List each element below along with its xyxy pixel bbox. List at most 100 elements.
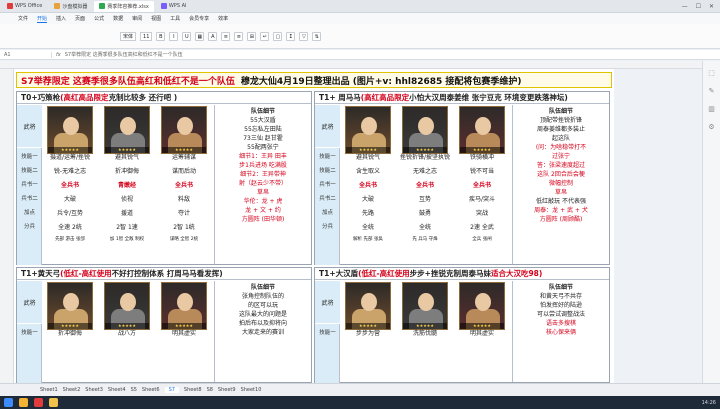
select-icon[interactable]: ⬚ — [708, 69, 715, 77]
settings-icon[interactable]: ⚙ — [708, 123, 714, 131]
row-label: 分兵 — [321, 224, 333, 230]
row-label: 技能一 — [21, 154, 38, 160]
hero-s2: 谋而后动 — [171, 168, 196, 175]
menu-item[interactable]: 审阅 — [132, 15, 142, 22]
tab-wps-office[interactable]: WPS Office — [2, 1, 47, 12]
tab-simulator[interactable]: 沙盘模拟器 — [49, 1, 92, 12]
bold-icon[interactable]: B — [156, 31, 166, 41]
sum-icon[interactable]: Σ — [286, 31, 296, 41]
hero-portrait[interactable]: ★★★★★ — [161, 282, 207, 330]
hero-portrait[interactable]: ★★★★★ — [345, 106, 391, 154]
tab-spreadsheet[interactable]: 赛季阵容推荐.xlsx — [94, 0, 154, 12]
menu-item[interactable]: 页面 — [75, 15, 85, 22]
hero-pt: 全速 2统 — [58, 224, 82, 231]
style-icon[interactable]: ✎ — [709, 87, 715, 95]
sheet-grid[interactable]: S7举荐限定 这赛季很多队伍高红和低红不是一个队伍 穆龙大仙4月19日整理出品 … — [14, 69, 614, 383]
chart-icon[interactable]: ▥ — [708, 105, 715, 113]
panel-title-note: 不好打控制体系 打周马马看发挥) — [111, 269, 223, 278]
font-size-select[interactable]: 11 — [140, 31, 153, 41]
hero-portrait[interactable]: ★★★★★ — [47, 282, 93, 330]
hero-portrait[interactable]: ★★★★★ — [161, 106, 207, 154]
tab-wps-ai[interactable]: WPS AI — [156, 1, 192, 12]
menu-item[interactable]: 会员专享 — [189, 15, 209, 22]
fx-icon: fx — [56, 51, 61, 58]
align-left-icon[interactable]: ≡ — [221, 31, 231, 41]
minimize-icon[interactable]: — — [682, 3, 688, 10]
italic-icon[interactable]: I — [169, 31, 179, 41]
note-line: 龙 + 文 + 约 — [245, 207, 281, 214]
sheet-tab[interactable]: Sheet3 — [85, 387, 103, 393]
window-tab-bar: WPS Office 沙盘模拟器 赛季阵容推荐.xlsx WPS AI — ☐ ✕ — [0, 0, 720, 13]
note-line: 步1兵进场 吃满股 — [239, 162, 287, 169]
hero-portrait[interactable]: ★★★★★ — [104, 106, 150, 154]
menu-item[interactable]: 插入 — [56, 15, 66, 22]
note-line: 怕发挥好的陆逊 — [539, 302, 582, 309]
sheet-tab[interactable]: Sheet9 — [218, 387, 236, 393]
sheet-tab[interactable]: Sheet1 — [40, 387, 58, 393]
sheet-tab[interactable]: S5 — [131, 387, 137, 393]
sheet-tab[interactable]: Sheet4 — [108, 387, 126, 393]
folder-icon[interactable] — [49, 398, 58, 407]
underline-icon[interactable]: U — [182, 31, 192, 41]
hero-portrait[interactable]: ★★★★★ — [402, 282, 448, 330]
formula-input[interactable]: S7举荐限定 这赛季很多队伍高红和低红不是一个队伍 — [65, 51, 183, 58]
wps-logo-icon — [7, 3, 13, 9]
wps-taskbar-icon[interactable] — [34, 398, 43, 407]
hero-portrait[interactable]: ★★★★★ — [345, 282, 391, 330]
note-line: 射（赵云少不带） — [238, 180, 287, 187]
hero-s1: 明其虚实 — [469, 330, 494, 337]
hero-s2: 含生取义 — [355, 168, 380, 175]
note-line: 起这队 — [551, 135, 570, 142]
menu-bar: 文件 开始 插入 页面 公式 数据 审阅 视图 工具 会员专享 效率 — [0, 13, 720, 24]
hero-portrait[interactable]: ★★★★★ — [459, 282, 505, 330]
sheet-tab[interactable]: S8 — [207, 387, 213, 393]
sheet-tab[interactable]: Sheet10 — [241, 387, 262, 393]
team-notes: 队伍细节 55大汉盾 55忘私左田陆 73三仙 赵甘霍 55配两张宁 细节1：王异 田丰步… — [214, 105, 311, 264]
border-icon[interactable]: ▢ — [273, 31, 283, 41]
font-select[interactable]: 宋体 — [120, 31, 137, 41]
sort-icon[interactable]: ⇅ — [312, 31, 322, 41]
menu-item[interactable]: 视图 — [151, 15, 161, 22]
panel-title-main: T1+黄天弓 — [21, 269, 61, 278]
merge-icon[interactable]: ⊞ — [247, 31, 257, 41]
menu-item[interactable]: 开始 — [37, 15, 48, 23]
fill-color-icon[interactable]: ▦ — [195, 31, 205, 41]
panel-title-tag: (低红-高红使用 — [60, 269, 112, 278]
hero-portrait[interactable]: ★★★★★ — [104, 282, 150, 330]
menu-item[interactable]: 文件 — [18, 15, 28, 22]
hero-b2: 疾马/突斗 — [468, 196, 496, 203]
tab-label: WPS Office — [15, 3, 43, 9]
wrap-icon[interactable]: ↵ — [260, 31, 270, 41]
note-line: 55配两张宁 — [247, 144, 279, 151]
hero-portrait[interactable]: ★★★★★ — [47, 106, 93, 154]
note-line: 拍后布以及抑将向 — [238, 320, 287, 327]
sheet-tab[interactable]: S7 — [164, 387, 179, 393]
align-center-icon[interactable]: ≡ — [234, 31, 244, 41]
note-line: 顶配带挫锐折锋 — [539, 117, 582, 124]
cell-reference[interactable]: A1 — [0, 51, 52, 58]
menu-item[interactable]: 数据 — [113, 15, 123, 22]
maximize-icon[interactable]: ☐ — [696, 3, 701, 10]
hero-portrait[interactable]: ★★★★★ — [459, 106, 505, 154]
note-line: 55忘私左田陆 — [244, 126, 282, 133]
sheet-tab[interactable]: Sheet2 — [63, 387, 81, 393]
hero-b2: 料敌 — [177, 196, 190, 203]
menu-item[interactable]: 工具 — [170, 15, 180, 22]
menu-item[interactable]: 效率 — [218, 15, 228, 22]
menu-item[interactable]: 公式 — [94, 15, 104, 22]
note-line: 大家走来的赛训 — [241, 329, 284, 336]
hero-b1: 青嫩经 — [117, 182, 136, 189]
sheet-tab[interactable]: Sheet6 — [142, 387, 160, 393]
sheet-tab[interactable]: Sheet8 — [184, 387, 202, 393]
browser-icon[interactable] — [19, 398, 28, 407]
panel-title: T1+大汉盾 (低红-高红使用 步步+挫锐克制周泰马妹 适合大汉吃98) — [315, 268, 609, 280]
hero-s1: 明其虚实 — [171, 330, 196, 337]
note-line: 可以尝试调整战法 — [536, 311, 585, 318]
hero-portrait[interactable]: ★★★★★ — [402, 106, 448, 154]
note-line: 和黄天弓不共存 — [539, 293, 582, 300]
hero-b2: 大破 — [63, 196, 76, 203]
filter-icon[interactable]: ▽ — [299, 31, 309, 41]
font-color-icon[interactable]: A — [208, 31, 218, 41]
close-icon[interactable]: ✕ — [709, 3, 714, 10]
start-icon[interactable] — [4, 398, 13, 407]
